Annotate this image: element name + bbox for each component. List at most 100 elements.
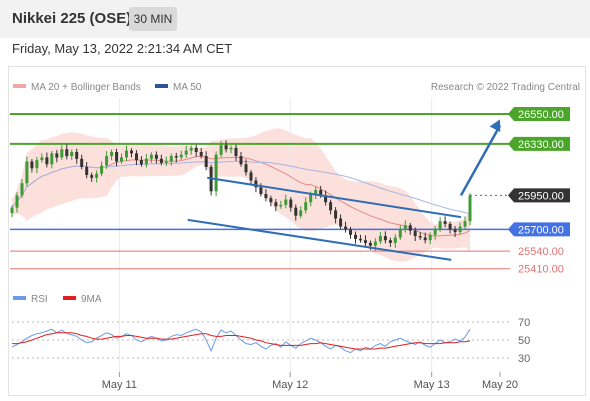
candle-body-31	[164, 161, 168, 163]
candle-body-52	[269, 198, 273, 203]
candle-body-5	[35, 160, 39, 169]
candle-body-8	[50, 153, 54, 165]
candle-body-86	[438, 221, 442, 230]
level-label-25410.00: 25410.00	[518, 264, 564, 276]
candle-body-89	[453, 229, 457, 233]
ma20-legend-label: MA 20 + Bollinger Bands	[31, 82, 141, 93]
candle-body-83	[423, 237, 427, 241]
level-label-25700.00: 25700.00	[518, 224, 564, 236]
candle-body-0	[10, 207, 14, 213]
candle-body-80	[408, 225, 412, 231]
candle-body-70	[359, 238, 362, 241]
candle-body-66	[339, 218, 343, 227]
candle-body-4	[30, 161, 34, 169]
candle-body-43	[224, 145, 228, 150]
candle-body-16	[90, 175, 94, 178]
candle-body-39	[204, 156, 208, 167]
candle-body-92	[468, 195, 472, 222]
bollinger-band-area	[12, 128, 470, 262]
rsi-legend-swatch	[13, 296, 26, 300]
candle-body-50	[259, 187, 263, 195]
candle-body-55	[284, 199, 288, 205]
candle-body-2	[20, 183, 24, 196]
candle-body-1	[15, 195, 19, 208]
candle-body-59	[304, 202, 308, 211]
rsi-tick-50: 50	[518, 335, 530, 347]
ma50-legend-swatch	[155, 84, 168, 88]
candle-body-54	[279, 204, 283, 207]
candle-body-58	[299, 210, 303, 216]
rsi-tick-70: 70	[518, 317, 530, 329]
candle-body-34	[179, 154, 183, 158]
candle-body-29	[154, 154, 158, 159]
candle-body-88	[448, 223, 452, 230]
candle-body-56	[289, 199, 293, 208]
candle-body-60	[309, 194, 313, 203]
level-label-25540.00: 25540.00	[518, 246, 564, 258]
x-tick-label-0: May 11	[102, 379, 137, 391]
candle-body-90	[458, 226, 462, 232]
candle-body-17	[95, 173, 99, 178]
ma50-legend-label: MA 50	[173, 82, 202, 93]
candle-body-48	[249, 172, 253, 181]
candle-body-19	[105, 156, 109, 166]
level-labels: 26550.00 26330.00 25950.00 25700.00 25540.00…	[508, 107, 570, 276]
candle-body-76	[388, 240, 392, 243]
rsi-legend-label: RSI	[31, 294, 48, 305]
candle-body-36	[189, 147, 193, 151]
candle-body-11	[65, 149, 69, 157]
candle-body-38	[199, 152, 203, 157]
candle-body-75	[383, 236, 387, 241]
rsi-tick-30: 30	[518, 353, 530, 365]
candle-body-24	[130, 150, 133, 154]
candle-body-64	[329, 202, 333, 211]
ma9-legend-swatch	[63, 296, 76, 300]
candle-body-69	[354, 234, 357, 239]
candle-body-35	[184, 150, 188, 155]
candle-body-79	[403, 225, 407, 230]
candle-body-37	[194, 147, 198, 152]
candle-body-73	[373, 241, 377, 246]
candle-body-87	[443, 221, 447, 224]
candle-body-57	[294, 207, 298, 216]
rsi-ma-line	[12, 332, 471, 350]
candle-body-42	[219, 145, 223, 155]
candle-body-68	[349, 229, 352, 235]
candle-body-41	[214, 154, 218, 192]
candle-body-46	[239, 156, 243, 165]
candle-body-3	[25, 161, 29, 184]
price-chart: 26550.00 26330.00 25950.00 25700.00 25540.00…	[10, 82, 580, 391]
candle-body-21	[115, 152, 119, 162]
candle-body-74	[378, 236, 382, 242]
rsi-panel: 70 50 30	[11, 317, 530, 365]
candle-body-67	[344, 226, 348, 230]
candle-body-77	[393, 237, 397, 243]
candle-body-13	[75, 152, 79, 159]
candle-body-65	[334, 210, 338, 219]
rsi-line	[11, 328, 471, 354]
candle-body-47	[244, 164, 248, 173]
projection-arrow-head	[489, 119, 501, 132]
candle-body-53	[274, 202, 278, 207]
bollinger-bands	[12, 128, 470, 262]
level-label-26330.00: 26330.00	[518, 139, 564, 151]
candle-body-44	[229, 147, 233, 150]
candle-body-71	[364, 240, 367, 243]
candle-body-85	[433, 229, 437, 235]
candle-body-27	[144, 158, 148, 165]
candle-body-78	[398, 229, 402, 238]
candle-body-15	[85, 166, 89, 175]
level-label-25950.00: 25950.00	[518, 190, 564, 202]
candle-body-28	[149, 154, 153, 159]
candle-body-9	[55, 153, 59, 158]
ma20-legend-swatch	[13, 84, 26, 88]
candle-body-18	[100, 165, 104, 174]
candle-body-51	[264, 194, 268, 199]
candle-body-6	[40, 157, 44, 161]
candle-body-84	[428, 234, 432, 241]
candle-body-23	[125, 150, 128, 158]
candle-body-25	[135, 153, 138, 161]
ma9-legend-label: 9MA	[81, 294, 102, 305]
projection-arrow-line	[459, 124, 502, 197]
candle-body-22	[120, 157, 123, 162]
